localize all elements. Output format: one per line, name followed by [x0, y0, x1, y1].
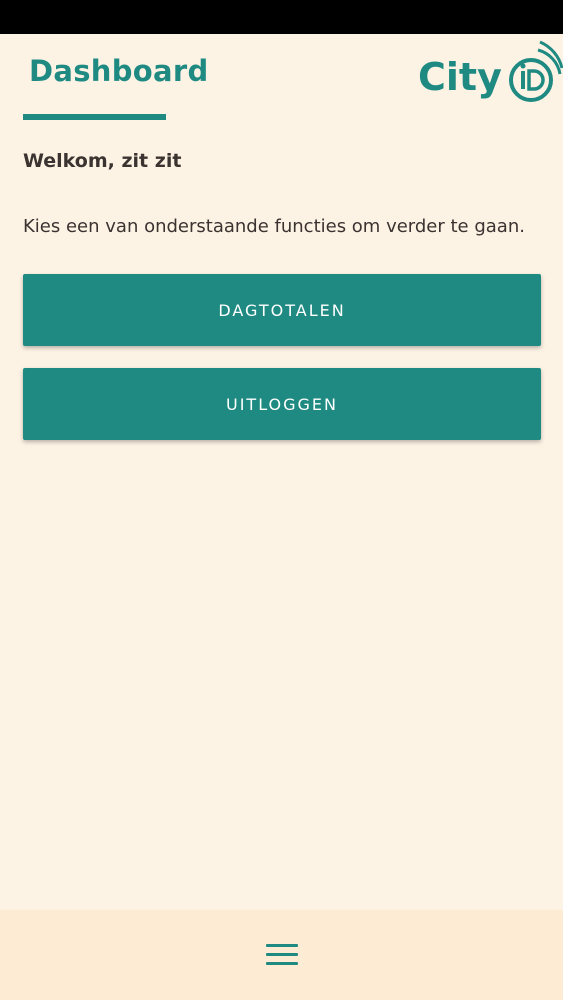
bottom-navigation-bar: [0, 910, 563, 1000]
title-underline: [23, 114, 166, 120]
menu-line: [266, 944, 298, 947]
uitloggen-button[interactable]: UITLOGGEN: [23, 368, 541, 440]
header: Dashboard City: [0, 34, 563, 124]
svg-text:City: City: [418, 55, 502, 99]
page-title: Dashboard: [29, 54, 209, 88]
status-bar: [0, 0, 563, 34]
menu-line: [266, 962, 298, 965]
menu-line: [266, 953, 298, 956]
dagtotalen-button[interactable]: DAGTOTALEN: [23, 274, 541, 346]
hamburger-menu-icon[interactable]: [266, 944, 298, 968]
instructions-text: Kies een van onderstaande functies om ve…: [23, 216, 525, 237]
cityid-logo-icon: City: [418, 40, 563, 102]
welcome-message: Welkom, zit zit: [23, 150, 182, 172]
